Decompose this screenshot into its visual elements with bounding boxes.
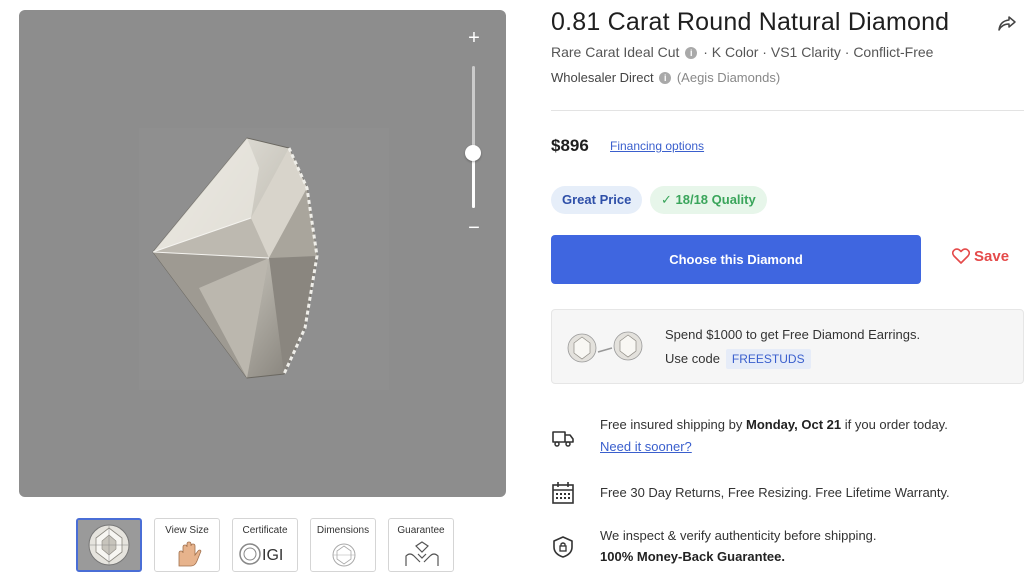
financing-options-link[interactable]: Financing options bbox=[610, 139, 704, 153]
diamond-photo-icon bbox=[78, 520, 140, 570]
igi-logo: IGI bbox=[239, 543, 283, 565]
save-button[interactable]: Save bbox=[951, 248, 1010, 265]
promo-code-label: Use code bbox=[665, 351, 720, 366]
need-it-sooner-row: Need it sooner? bbox=[600, 436, 692, 457]
product-subtitle: Rare Carat Ideal Cut i · K Color · VS1 C… bbox=[551, 44, 933, 60]
heart-icon bbox=[951, 248, 971, 264]
need-it-sooner-link[interactable]: Need it sooner? bbox=[600, 439, 692, 454]
product-specs: · K Color · VS1 Clarity · Conflict-Free bbox=[703, 44, 934, 60]
dimensions-icon bbox=[332, 543, 356, 567]
shipping-suffix: if you order today. bbox=[844, 417, 948, 432]
quality-badge[interactable]: ✓ 18/18 Quality bbox=[650, 186, 767, 214]
thumbnail-label: Certificate bbox=[242, 525, 288, 536]
divider bbox=[551, 110, 1024, 111]
promo-code[interactable]: FREESTUDS bbox=[725, 349, 811, 369]
info-icon[interactable]: i bbox=[685, 47, 698, 59]
igi-logo-text: IGI bbox=[262, 547, 283, 564]
thumbnail-label: Guarantee bbox=[397, 525, 445, 536]
shipping-text: Free insured shipping by Monday, Oct 21 … bbox=[600, 414, 948, 435]
thumbnail-strip: View Size Certificate IGI Dimensions Gua… bbox=[76, 518, 454, 572]
shipping-date: Monday, Oct 21 bbox=[745, 417, 842, 432]
promo-code-line: Use code FREESTUDS bbox=[665, 349, 811, 369]
thumbnail-guarantee[interactable]: Guarantee bbox=[388, 518, 454, 572]
promo-banner: Spend $1000 to get Free Diamond Earrings… bbox=[551, 309, 1024, 384]
shield-lock-icon bbox=[553, 536, 573, 558]
earrings-image bbox=[567, 331, 643, 363]
thumbnail-certificate[interactable]: Certificate IGI bbox=[232, 518, 298, 572]
zoom-control[interactable]: + − bbox=[459, 28, 489, 248]
returns-text: Free 30 Day Returns, Free Resizing. Free… bbox=[600, 485, 950, 500]
diamond-viewer[interactable]: + − bbox=[19, 10, 506, 497]
vendor-line: Wholesaler Direct i (Aegis Diamonds) bbox=[551, 70, 780, 85]
thumbnail-label: View Size bbox=[165, 525, 209, 536]
price: $896 bbox=[551, 136, 589, 155]
money-back-guarantee: 100% Money-Back Guarantee. bbox=[600, 546, 785, 567]
thumbnail-view-size[interactable]: View Size bbox=[154, 518, 220, 572]
product-title: 0.81 Carat Round Natural Diamond bbox=[551, 8, 950, 36]
money-back-text: 100% Money-Back Guarantee. bbox=[600, 549, 785, 564]
choose-diamond-button[interactable]: Choose this Diamond bbox=[551, 235, 921, 284]
thumbnail-diamond-photo[interactable] bbox=[76, 518, 142, 572]
cut-grade: Rare Carat Ideal Cut bbox=[551, 44, 680, 60]
calendar-icon bbox=[552, 482, 574, 504]
hand-icon bbox=[178, 541, 202, 567]
zoom-out-button[interactable]: − bbox=[464, 218, 484, 238]
vendor-type: Wholesaler Direct bbox=[551, 70, 654, 85]
save-label: Save bbox=[974, 248, 1010, 265]
zoom-in-button[interactable]: + bbox=[464, 28, 484, 48]
thumbnail-label: Dimensions bbox=[316, 525, 370, 536]
share-icon[interactable] bbox=[996, 12, 1018, 34]
shipping-prefix: Free insured shipping by bbox=[600, 417, 743, 432]
guarantee-text: We inspect & verify authenticity before … bbox=[600, 528, 877, 543]
promo-text: Spend $1000 to get Free Diamond Earrings… bbox=[665, 327, 921, 342]
great-price-badge[interactable]: Great Price bbox=[551, 186, 643, 214]
zoom-slider-handle[interactable] bbox=[465, 145, 481, 161]
diamond-image bbox=[139, 128, 389, 390]
guarantee-icon bbox=[405, 541, 439, 566]
info-icon[interactable]: i bbox=[659, 72, 672, 84]
thumbnail-dimensions[interactable]: Dimensions bbox=[310, 518, 376, 572]
truck-icon bbox=[552, 431, 574, 447]
vendor-name: (Aegis Diamonds) bbox=[676, 70, 781, 85]
